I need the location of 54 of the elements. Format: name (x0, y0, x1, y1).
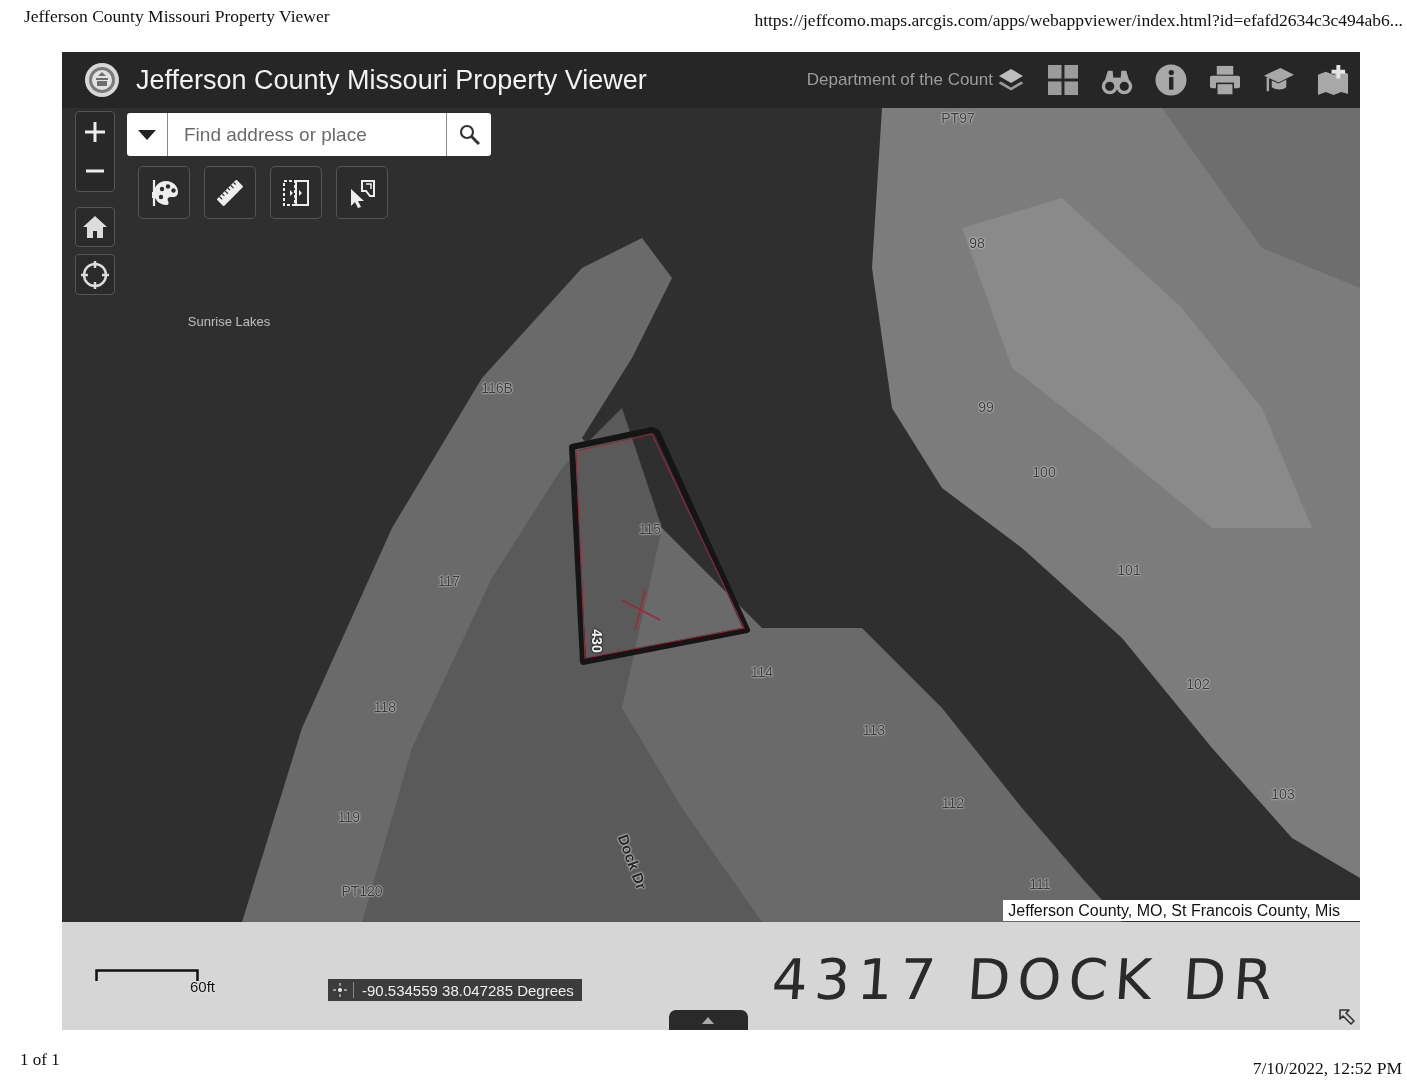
corner-arrow-icon[interactable] (1338, 1008, 1356, 1026)
parcel-number: 112 (941, 795, 965, 811)
address-number: 430 (589, 629, 605, 653)
parcel-number: 103 (1271, 786, 1295, 802)
search-icon (458, 124, 480, 145)
print-date: 7/10/2022, 12:52 PM (1252, 1058, 1402, 1078)
app-title: Jefferson County Missouri Property Viewer (136, 64, 647, 96)
swipe-tool-button[interactable] (270, 166, 322, 219)
search-field[interactable]: Find address or place (168, 113, 447, 156)
map-plus-icon[interactable] (1317, 64, 1349, 96)
info-icon[interactable] (1155, 64, 1187, 96)
handwritten-note: 4317 DOCK DR (769, 948, 1282, 1012)
cross-mark (621, 589, 661, 631)
search-source-dropdown[interactable] (127, 113, 168, 156)
department-label: Department of the Count (806, 70, 993, 90)
locate-button[interactable] (75, 254, 115, 295)
map-attribution: Jefferson County, MO, St Francois County, Mis (1003, 900, 1360, 921)
parcel-number: PT97 (941, 110, 975, 126)
scale-label: 60ft (190, 978, 217, 995)
parcel-number: 115 (638, 521, 662, 537)
parcel-number: 100 (1032, 464, 1056, 480)
caret-up-icon (702, 1016, 715, 1024)
grid-icon[interactable] (1047, 64, 1079, 96)
parcel-number: 99 (978, 399, 994, 415)
seal-icon (84, 62, 120, 98)
plus-icon (84, 120, 106, 143)
measure-tool-button[interactable] (204, 166, 256, 219)
select-tool-button[interactable] (336, 166, 388, 219)
search-button[interactable] (447, 113, 491, 156)
parcel-number: 98 (969, 235, 985, 251)
coordinates-text: -90.534559 38.047285 Degrees (362, 981, 574, 999)
printer-icon[interactable] (1209, 64, 1241, 96)
parcel-number: 118 (373, 699, 397, 715)
parcel-number: 102 (1186, 676, 1210, 692)
parcel-number: 116B (481, 380, 513, 396)
minus-icon (86, 169, 104, 174)
palette-icon (149, 177, 179, 208)
parcel-number: 113 (862, 722, 886, 738)
parcel-number: 111 (1029, 876, 1051, 892)
crosshair-icon (81, 260, 109, 289)
home-icon (82, 215, 108, 239)
expand-tab[interactable] (668, 1010, 748, 1030)
home-button[interactable] (75, 207, 115, 247)
caret-down-icon (138, 129, 156, 140)
parcel-number: PT120 (341, 883, 383, 899)
swipe-icon (281, 177, 311, 208)
parcel-number: 101 (1117, 562, 1141, 578)
page-url: https://jeffcomo.maps.arcgis.com/apps/webappviewer/index.html?id=efafd2634c3c494ab6... (754, 10, 1403, 30)
lake-name: Sunrise Lakes (187, 314, 271, 330)
point-icon[interactable] (333, 983, 347, 997)
page-title: Jefferson County Missouri Property Viewer (24, 6, 330, 26)
draw-tool-button[interactable] (138, 166, 190, 219)
parcel-number: 117 (437, 573, 461, 589)
page-number: 1 of 1 (20, 1050, 60, 1070)
